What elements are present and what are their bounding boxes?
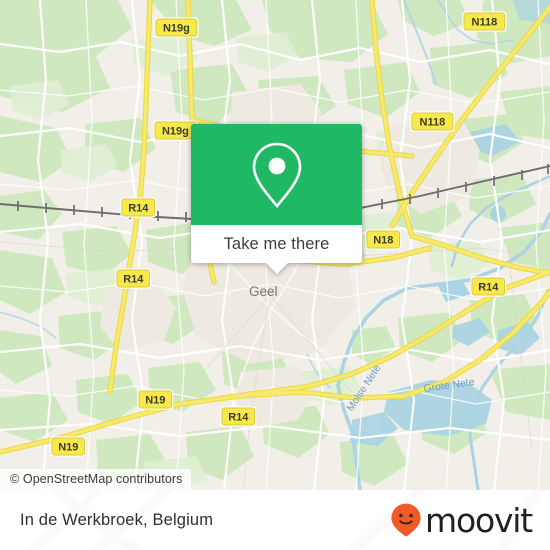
road-shield: R14 bbox=[120, 197, 157, 218]
road-shield: N19g bbox=[154, 17, 199, 38]
road-shield: R14 bbox=[115, 268, 152, 289]
road-shield-label: N19 bbox=[145, 395, 165, 407]
road-shield: N118 bbox=[462, 11, 507, 32]
moovit-smiley-pin-icon bbox=[391, 503, 421, 537]
road-shield: N118 bbox=[410, 111, 455, 132]
city-label-geel: Geel bbox=[249, 284, 278, 299]
road-shield-label: R14 bbox=[123, 274, 144, 286]
road-shield: N19 bbox=[137, 389, 174, 410]
moovit-map-screenshot: Geel Molse Nete Grote Nete N19g N118 N19g N… bbox=[0, 0, 550, 550]
road-shield-label: N19 bbox=[58, 442, 78, 454]
popup-tail-pointer bbox=[265, 263, 288, 274]
road-shield-label: R14 bbox=[228, 412, 249, 424]
place-name-label: In de Werkbroek, Belgium bbox=[20, 510, 214, 529]
road-shield: N18 bbox=[365, 229, 402, 250]
road-shield-label: N19g bbox=[163, 23, 190, 35]
road-shield-label: N118 bbox=[472, 17, 498, 29]
road-shield-label: R14 bbox=[478, 282, 499, 294]
footer-bar: In de Werkbroek, Belgium moovit bbox=[0, 490, 550, 550]
road-shield-label: N18 bbox=[373, 235, 393, 247]
road-shield-label: N19g bbox=[162, 126, 189, 138]
moovit-wordmark: moovit bbox=[425, 500, 533, 540]
road-shield: N19 bbox=[50, 436, 87, 457]
road-shield: R14 bbox=[220, 406, 257, 427]
popup-action-bar[interactable]: Take me there bbox=[191, 225, 362, 274]
osm-attribution[interactable]: © OpenStreetMap contributors bbox=[0, 469, 191, 490]
take-me-there-label: Take me there bbox=[223, 234, 330, 253]
map-pin-icon bbox=[252, 142, 301, 208]
road-shield: R14 bbox=[470, 276, 507, 297]
road-shield-label: R14 bbox=[128, 203, 149, 215]
road-shield-label: N118 bbox=[420, 117, 446, 129]
popup-icon-header bbox=[191, 124, 362, 225]
moovit-logo[interactable]: moovit bbox=[389, 500, 533, 540]
map-popup-card[interactable]: Take me there bbox=[191, 124, 362, 274]
